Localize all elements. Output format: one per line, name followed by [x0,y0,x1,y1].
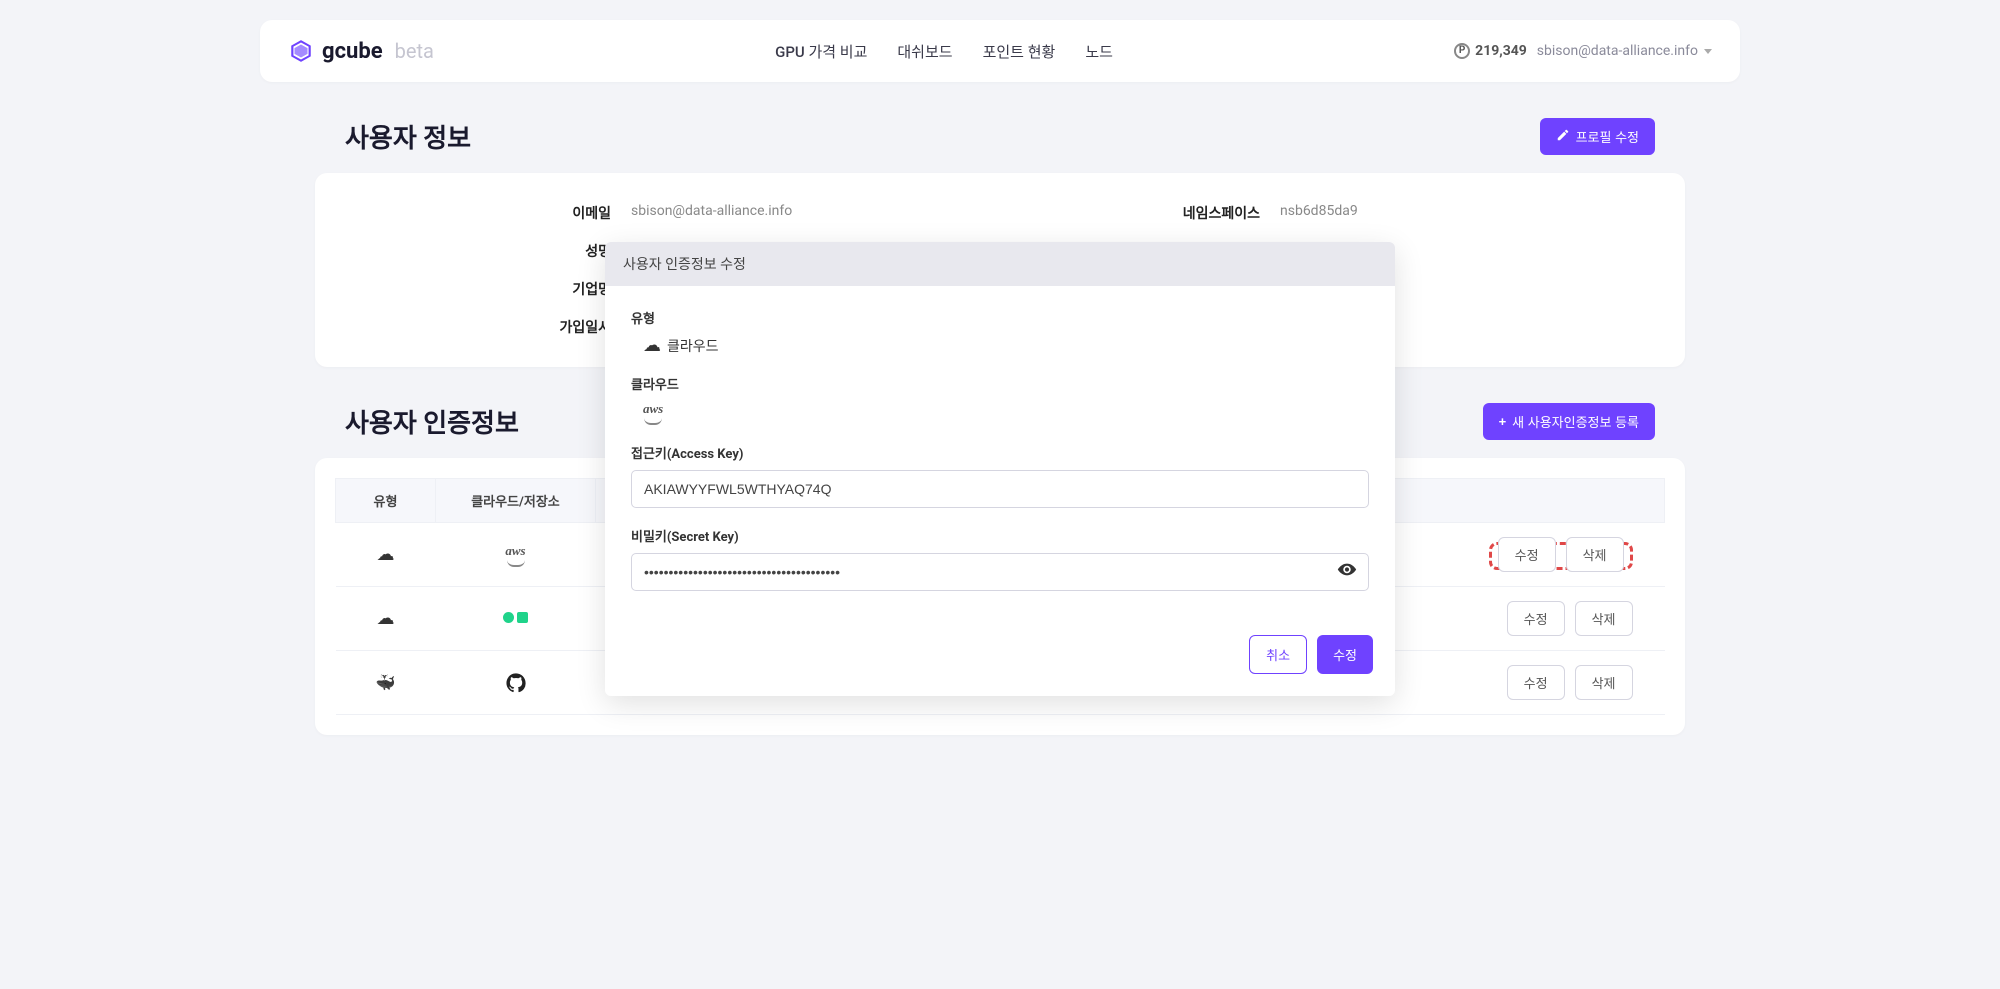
provider-icon [503,612,528,623]
access-key-input[interactable] [631,470,1369,508]
edit-profile-button[interactable]: 프로필 수정 [1540,118,1655,155]
label-joined: 가입일시 [351,317,631,337]
nav-dashboard[interactable]: 대쉬보드 [897,41,952,62]
chevron-down-icon [1704,49,1712,54]
topbar-right: P 219,349 sbison@data-alliance.info [1454,43,1712,59]
docker-icon [376,676,396,692]
edit-profile-label: 프로필 수정 [1576,127,1639,146]
cloud-icon [643,335,661,356]
nav-node[interactable]: 노드 [1085,41,1113,62]
logo[interactable]: gcube beta [288,38,434,64]
points-icon: P [1454,43,1470,59]
logo-icon [288,38,314,64]
label-namespace: 네임스페이스 [1000,203,1280,223]
value-namespace: nsb6d85da9 [1280,203,1649,223]
nav-points[interactable]: 포인트 현황 [983,41,1056,62]
add-credential-label: 새 사용자인증정보 등록 [1512,412,1639,431]
label-email: 이메일 [351,203,631,223]
logo-text: gcube [322,39,383,64]
modal-title: 사용자 인증정보 수정 [605,242,1395,286]
cloud-icon [377,612,395,628]
cancel-button[interactable]: 취소 [1249,635,1307,674]
cloud-icon [377,548,395,564]
edit-credential-button[interactable]: 수정 [1498,537,1556,572]
points-value: 219,349 [1475,43,1527,59]
edit-credential-button[interactable]: 수정 [1507,601,1565,636]
user-info-title: 사용자 정보 [345,118,471,155]
value-email: sbison@data-alliance.info [631,203,1000,223]
nav-gpu-price[interactable]: GPU 가격 비교 [775,41,867,62]
col-provider: 클라우드/저장소 [436,479,596,523]
edit-credential-modal: 사용자 인증정보 수정 유형 클라우드 클라우드 aws 접근키(Access … [605,242,1395,696]
user-menu[interactable]: sbison@data-alliance.info [1537,43,1712,59]
field-type-label: 유형 [631,308,1369,327]
logo-badge: beta [395,39,434,63]
label-name: 성명 [351,241,631,261]
field-cloud-label: 클라우드 [631,374,1369,393]
delete-credential-button[interactable]: 삭제 [1566,537,1624,572]
aws-icon: aws [643,401,663,425]
plus-icon: + [1499,414,1507,429]
col-type: 유형 [336,479,436,523]
points-display[interactable]: P 219,349 [1454,43,1527,59]
delete-credential-button[interactable]: 삭제 [1575,665,1633,700]
delete-credential-button[interactable]: 삭제 [1575,601,1633,636]
github-icon [506,674,526,690]
topbar: gcube beta GPU 가격 비교 대쉬보드 포인트 현황 노드 P 21… [260,20,1740,82]
eye-icon[interactable] [1337,560,1357,585]
edit-icon [1556,128,1570,145]
aws-icon: aws [446,543,586,567]
main-nav: GPU 가격 비교 대쉬보드 포인트 현황 노드 [775,41,1113,62]
credentials-title: 사용자 인증정보 [345,403,519,440]
secret-key-input[interactable] [631,553,1369,591]
highlight-annotation: 수정 삭제 [1489,542,1633,570]
label-company: 기업명 [351,279,631,299]
field-type-value: 클라우드 [667,336,719,356]
edit-credential-button[interactable]: 수정 [1507,665,1565,700]
field-secretkey-label: 비밀키(Secret Key) [631,526,1369,545]
user-email: sbison@data-alliance.info [1537,43,1698,59]
add-credential-button[interactable]: + 새 사용자인증정보 등록 [1483,403,1655,440]
submit-button[interactable]: 수정 [1317,635,1373,674]
field-accesskey-label: 접근키(Access Key) [631,443,1369,462]
